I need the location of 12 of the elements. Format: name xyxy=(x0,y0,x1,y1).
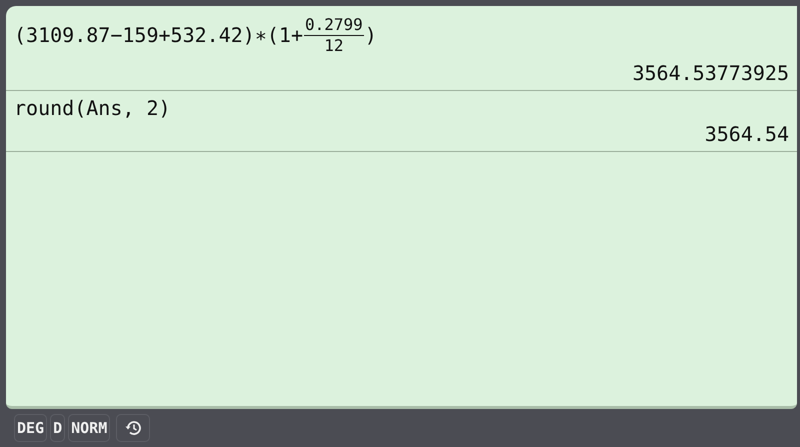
expression-text: ) xyxy=(364,23,377,47)
result-value: 3564.54 xyxy=(704,122,789,146)
mode-button[interactable]: NORM xyxy=(68,414,110,442)
mode-button[interactable]: D xyxy=(50,414,66,442)
fraction-denominator: 12 xyxy=(324,36,344,56)
mode-button[interactable]: DEG xyxy=(14,414,48,442)
fraction-numerator: 0.2799 xyxy=(304,14,364,36)
result-value: 3564.53773925 xyxy=(632,61,789,85)
history-icon xyxy=(124,419,142,437)
history-button[interactable] xyxy=(116,414,150,442)
expression-text: round(Ans, 2) xyxy=(14,96,171,120)
expression-text: (3109.87−159+532.42)∗(1+ xyxy=(14,23,303,47)
